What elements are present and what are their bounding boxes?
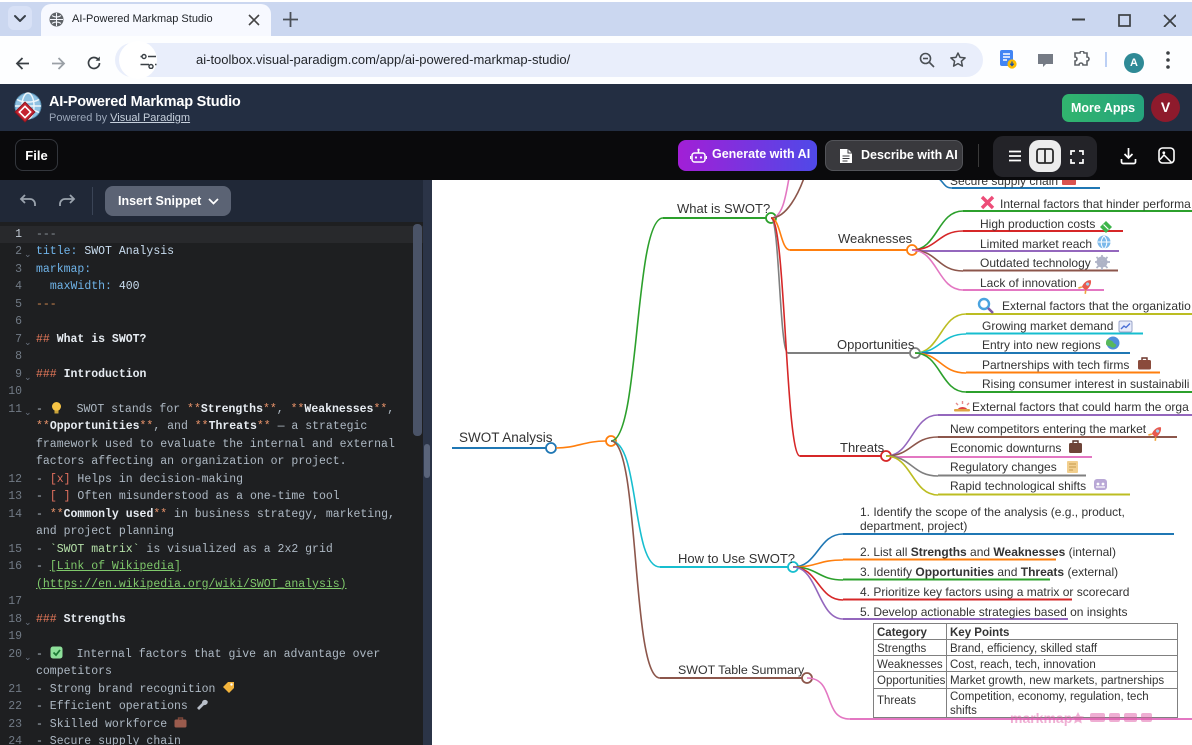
svg-text:Secure supply chain: Secure supply chain <box>950 180 1058 188</box>
svg-text:Economic downturns: Economic downturns <box>950 441 1061 455</box>
svg-text:What is SWOT?: What is SWOT? <box>677 201 770 216</box>
svg-text:Brand, efficiency, skilled sta: Brand, efficiency, skilled staff <box>950 643 1098 655</box>
svg-text:Opportunities: Opportunities <box>877 675 946 687</box>
svg-text:Threats: Threats <box>877 695 916 707</box>
svg-text:Entry into new regions: Entry into new regions <box>982 338 1101 352</box>
svg-text:Rising consumer interest in su: Rising consumer interest in sustainabili <box>982 377 1189 391</box>
svg-text:Threats: Threats <box>840 440 885 455</box>
svg-text:3. Identify Opportunities and: 3. Identify Opportunities and Threats (e… <box>860 565 1118 579</box>
svg-text:Cost, reach, tech, innovation: Cost, reach, tech, innovation <box>950 659 1096 671</box>
svg-text:Weaknesses: Weaknesses <box>838 231 913 246</box>
svg-text:markmap: markmap <box>1010 710 1072 726</box>
svg-text:Regulatory changes: Regulatory changes <box>950 460 1057 474</box>
svg-text:External factors that could ha: External factors that could harm the org… <box>972 400 1189 414</box>
svg-text:Outdated technology: Outdated technology <box>980 256 1091 270</box>
svg-text:Opportunities: Opportunities <box>837 337 915 352</box>
svg-text:shifts: shifts <box>950 705 977 717</box>
svg-text:Strengths: Strengths <box>877 643 926 655</box>
svg-text:Weaknesses: Weaknesses <box>877 659 943 671</box>
svg-text:High production costs: High production costs <box>980 217 1095 231</box>
svg-text:Limited market reach: Limited market reach <box>980 237 1092 251</box>
svg-text:Market growth, new markets, pa: Market growth, new markets, partnerships <box>950 675 1164 687</box>
svg-text:4. Prioritize key factors usin: 4. Prioritize key factors using a matrix… <box>860 585 1129 599</box>
svg-text:2. List all Strengths and Weak: 2. List all Strengths and Weaknesses (in… <box>860 545 1116 559</box>
svg-text:Competition, economy, regulati: Competition, economy, regulation, tech <box>950 691 1149 703</box>
svg-text:5. Develop actionable strategi: 5. Develop actionable strategies based o… <box>860 605 1128 619</box>
svg-text:SWOT Analysis: SWOT Analysis <box>459 430 553 445</box>
svg-text:External factors that the orga: External factors that the organizatio <box>1002 299 1191 313</box>
svg-text:1. Identify the scope of the a: 1. Identify the scope of the analysis (e… <box>860 505 1125 519</box>
svg-text:department, project): department, project) <box>860 519 967 533</box>
svg-text:Partnerships with tech firms: Partnerships with tech firms <box>982 358 1129 372</box>
svg-text:New competitors entering the m: New competitors entering the market <box>950 422 1147 436</box>
svg-text:Growing market demand: Growing market demand <box>982 319 1113 333</box>
svg-text:Key Points: Key Points <box>950 627 1009 639</box>
svg-text:SWOT Table Summary: SWOT Table Summary <box>678 663 805 677</box>
svg-text:Internal factors that hinder p: Internal factors that hinder performa <box>1000 197 1191 211</box>
svg-text:Category: Category <box>877 627 927 639</box>
svg-text:Lack of innovation: Lack of innovation <box>980 276 1077 290</box>
svg-text:Rapid technological shifts: Rapid technological shifts <box>950 479 1086 493</box>
svg-text:How to Use SWOT?: How to Use SWOT? <box>678 551 795 566</box>
